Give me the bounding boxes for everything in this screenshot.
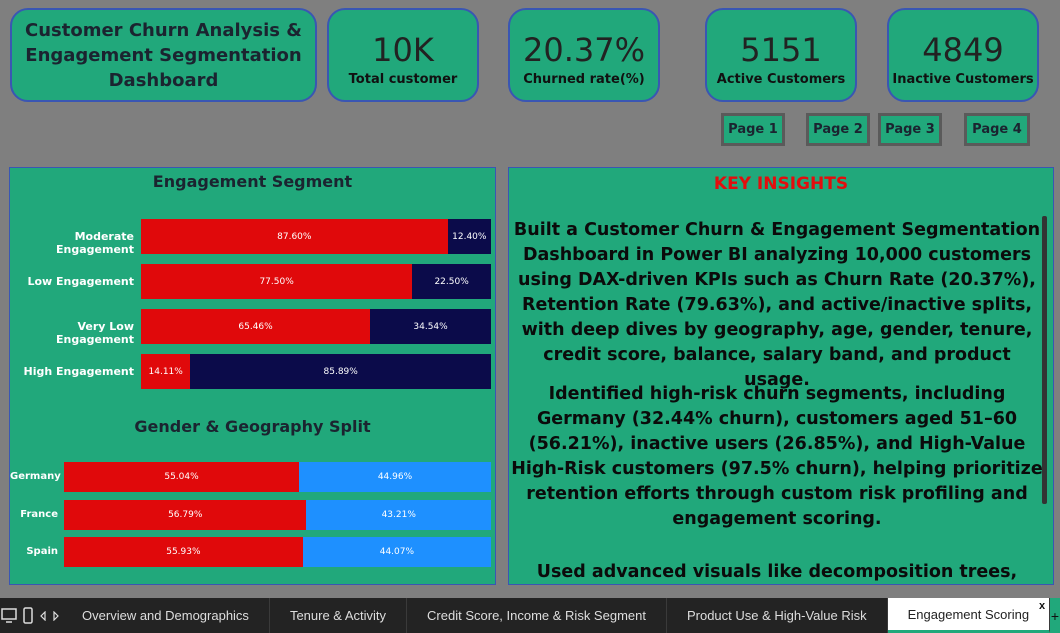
first-segment: 56.79% [64,499,307,530]
insights-scroll-area[interactable]: KEY INSIGHTS Built a Customer Churn & En… [509,168,1053,584]
kpi-churn-rate: 20.37% Churned rate(%) [508,8,660,102]
engagement-bar[interactable]: 77.50% 22.50% [141,264,491,299]
dashboard-title-text: Customer Churn Analysis & Engagement Seg… [25,19,302,91]
tab-product-use-high-value[interactable]: Product Use & High-Value Risk [667,598,888,633]
second-segment: 43.21% [306,499,491,530]
geography-bar[interactable]: 56.79% 43.21% [64,499,491,530]
page-tab-bar: Overview and Demographics Tenure & Activ… [0,598,1060,633]
next-page-icon[interactable] [50,598,62,633]
engagement-bar[interactable]: 65.46% 34.54% [141,309,491,344]
geography-bar[interactable]: 55.04% 44.96% [64,462,491,492]
kpi-active-customers: 5151 Active Customers [705,8,857,102]
add-page-icon[interactable]: + [1050,598,1060,633]
tab-credit-score-income-risk[interactable]: Credit Score, Income & Risk Segment [407,598,667,633]
retained-segment: 85.89% [190,354,491,389]
kpi-label: Churned rate(%) [523,72,645,87]
insight-paragraph-3: Used advanced visuals like decomposition… [536,562,1018,582]
page-2-button[interactable]: Page 2 [806,113,870,146]
geography-row-label: Spain [26,546,58,557]
insights-scrollbar[interactable] [1042,216,1047,504]
kpi-value: 5151 [740,31,822,69]
kpi-total-customers: 10K Total customer [327,8,479,102]
insight-paragraph-2: Identified high-risk churn segments, inc… [511,384,1043,529]
retained-segment: 12.40% [447,219,491,254]
previous-page-icon[interactable] [37,598,49,633]
second-segment: 44.96% [299,462,491,492]
kpi-value: 20.37% [522,31,645,69]
dashboard-title: Customer Churn Analysis & Engagement Seg… [10,8,317,102]
page-3-button[interactable]: Page 3 [878,113,942,146]
kpi-label: Total customer [348,72,458,87]
kpi-inactive-customers: 4849 Inactive Customers [887,8,1039,102]
tab-overview-demographics[interactable]: Overview and Demographics [62,598,270,633]
engagement-bar[interactable]: 14.11% 85.89% [141,354,491,389]
geography-bar[interactable]: 55.93% 44.07% [64,537,491,567]
kpi-label: Active Customers [716,72,846,87]
engagement-bar[interactable]: 87.60% 12.40% [141,219,491,254]
retained-segment: 22.50% [412,264,491,299]
first-segment: 55.93% [64,537,303,567]
retained-segment: 34.54% [370,309,491,344]
engagement-row-label: Very Low Engagement [56,320,134,346]
page-4-button[interactable]: Page 4 [964,113,1030,146]
tab-label: Engagement Scoring [907,606,1030,622]
first-segment: 55.04% [64,462,300,492]
tab-engagement-scoring[interactable]: Engagement Scoring x [887,598,1051,633]
geography-row-label: France [20,508,58,520]
engagement-panel: Engagement Segment Moderate Engagement 87… [9,167,496,585]
churned-segment: 65.46% [141,309,371,344]
tab-tenure-activity[interactable]: Tenure & Activity [270,598,408,633]
key-insights-panel: KEY INSIGHTS Built a Customer Churn & En… [508,167,1054,585]
kpi-label: Inactive Customers [892,72,1034,87]
engagement-segment-title: Engagement Segment [152,172,353,191]
desktop-view-icon[interactable] [0,598,19,633]
engagement-row-label: High Engagement [23,365,135,378]
engagement-row-label: Moderate Engagement [56,230,134,256]
churned-segment: 87.60% [141,219,448,254]
engagement-row-label: Low Engagement [27,275,134,288]
kpi-value: 4849 [922,31,1004,69]
page-1-button[interactable]: Page 1 [721,113,785,146]
second-segment: 44.07% [302,537,491,567]
close-icon[interactable]: x [1039,600,1045,612]
insight-paragraph-1: Built a Customer Churn & Engagement Segm… [513,220,1041,390]
churned-segment: 77.50% [141,264,413,299]
kpi-value: 10K [372,31,434,69]
mobile-view-icon[interactable] [19,598,38,633]
geography-row-label: Germany [10,471,61,482]
gender-geography-title: Gender & Geography Split [134,417,371,436]
key-insights-title: KEY INSIGHTS [713,174,849,194]
churned-segment: 14.11% [141,354,191,389]
